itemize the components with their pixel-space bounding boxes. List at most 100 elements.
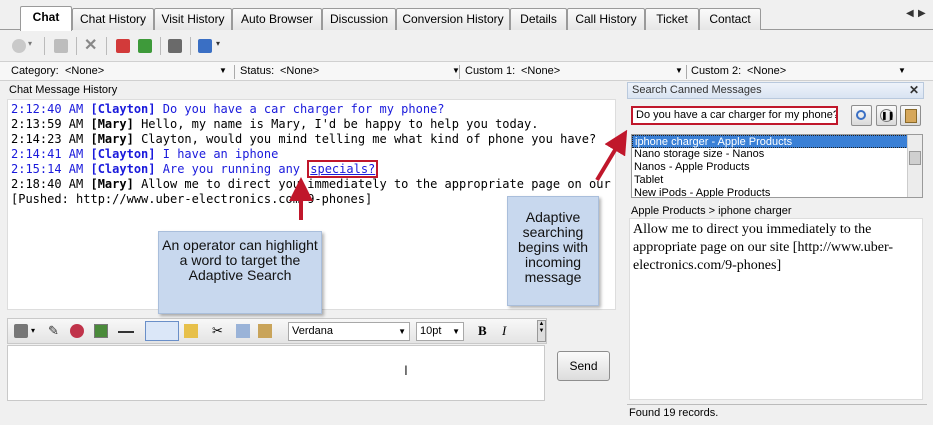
- found-records-status: Found 19 records.: [627, 404, 927, 423]
- tab-contact[interactable]: Contact: [699, 8, 761, 30]
- bold-button[interactable]: B: [478, 324, 492, 338]
- message-sender: [Mary]: [90, 177, 134, 191]
- font-size-value: 10pt: [420, 325, 442, 337]
- toolbar-separator: [160, 37, 161, 55]
- tab-ticket[interactable]: Ticket: [645, 8, 699, 30]
- scrollbar-thumb[interactable]: [909, 151, 921, 165]
- tab-auto-browser[interactable]: Auto Browser: [232, 8, 322, 30]
- list-item[interactable]: iphone charger - Apple Products: [632, 135, 922, 148]
- message-text: I have an iphone: [162, 147, 279, 161]
- insert-message-button[interactable]: [900, 105, 921, 126]
- tab-chat[interactable]: Chat: [20, 6, 72, 31]
- screen-share-icon[interactable]: [198, 39, 212, 53]
- custom1-label: Custom 1:: [465, 65, 516, 77]
- attachment-icon[interactable]: ✎: [48, 324, 62, 338]
- pause-icon: ❚❚: [880, 109, 895, 122]
- transfer-icon[interactable]: [54, 39, 68, 53]
- filter-separator: [459, 65, 460, 79]
- text-cursor-icon: I: [404, 362, 408, 378]
- chevron-down-icon: ▼: [398, 327, 406, 336]
- canned-search-input[interactable]: Do you have a car charger for my phone?: [631, 106, 838, 125]
- message-time: 2:13:59 AM: [11, 117, 84, 131]
- chevron-down-icon: ▼: [219, 66, 227, 75]
- approve-icon[interactable]: [138, 39, 152, 53]
- toolbar-separator: [44, 37, 45, 55]
- message-sender: [Clayton]: [90, 102, 156, 116]
- spellcheck-icon[interactable]: [145, 321, 179, 341]
- canned-messages-title: Search Canned Messages: [632, 84, 762, 96]
- custom1-filter[interactable]: Custom 1: <None> ▼: [465, 62, 683, 81]
- send-button[interactable]: Send: [557, 351, 610, 381]
- tab-conversion-history[interactable]: Conversion History: [396, 8, 510, 30]
- tab-call-history[interactable]: Call History: [567, 8, 645, 30]
- message-time: 2:14:41 AM: [11, 147, 84, 161]
- list-scrollbar[interactable]: [907, 135, 922, 197]
- filter-separator: [234, 65, 235, 79]
- canned-messages-header: Search Canned Messages ✕: [627, 82, 924, 99]
- custom1-value: <None>: [521, 65, 561, 77]
- font-family-select[interactable]: Verdana ▼: [288, 322, 410, 341]
- paste-icon[interactable]: [258, 324, 272, 338]
- status-filter[interactable]: Status: <None> ▼: [240, 62, 460, 81]
- chat-message: 2:13:59 AM [Mary] Hello, my name is Mary…: [11, 117, 612, 132]
- status-dropdown-icon[interactable]: ▾: [28, 39, 36, 53]
- tab-prev-icon[interactable]: ◀: [906, 8, 914, 19]
- format-painter-icon[interactable]: [184, 324, 198, 338]
- category-filter[interactable]: Category: <None> ▼: [11, 62, 229, 81]
- category-label: Category:: [11, 65, 59, 77]
- calculator-icon[interactable]: [168, 39, 182, 53]
- custom2-filter[interactable]: Custom 2: <None> ▼: [691, 62, 907, 81]
- emoticon-icon[interactable]: [14, 324, 28, 338]
- search-button[interactable]: [851, 105, 872, 126]
- status-value: <None>: [280, 65, 320, 77]
- italic-button[interactable]: I: [502, 324, 516, 338]
- operator-status-icon[interactable]: [12, 39, 26, 53]
- tab-next-icon[interactable]: ▶: [918, 8, 926, 19]
- chevron-down-icon: ▼: [675, 66, 683, 75]
- list-item[interactable]: New iPods - Apple Products: [632, 187, 922, 197]
- chat-message: 2:18:40 AM [Mary] Allow me to direct you…: [11, 177, 612, 192]
- copy-icon[interactable]: [236, 324, 250, 338]
- message-time: 2:18:40 AM: [11, 177, 84, 191]
- message-text: Do you have a car charger for my phone?: [162, 102, 445, 116]
- message-sender: [Mary]: [90, 117, 134, 131]
- operator-highlight-callout: An operator can highlight a word to targ…: [158, 231, 322, 314]
- adaptive-search-callout: Adaptive searching begins with incoming …: [507, 196, 599, 306]
- custom2-label: Custom 2:: [691, 65, 742, 77]
- image-icon[interactable]: [94, 324, 108, 338]
- tab-chat-history[interactable]: Chat History: [72, 8, 154, 30]
- ban-visitor-icon[interactable]: [116, 39, 130, 53]
- filter-separator: [686, 65, 687, 79]
- cut-icon[interactable]: ✂: [212, 324, 226, 338]
- tab-details[interactable]: Details: [510, 8, 567, 30]
- filter-bar: Category: <None> ▼ Status: <None> ▼ Cust…: [0, 61, 933, 81]
- list-item[interactable]: Tablet: [632, 174, 922, 187]
- list-item[interactable]: Nanos - Apple Products: [632, 161, 922, 174]
- toolbar-overflow-icon[interactable]: ▲ ▼: [537, 320, 546, 342]
- message-time: 2:14:23 AM: [11, 132, 84, 146]
- tab-discussion[interactable]: Discussion: [322, 8, 396, 30]
- canned-results-list[interactable]: iphone charger - Apple Products Nano sto…: [631, 134, 923, 198]
- message-text: Allow me to direct you immediately to th…: [141, 177, 612, 191]
- highlighted-word[interactable]: specials?: [307, 160, 379, 178]
- chevron-down-icon[interactable]: ▾: [31, 324, 39, 338]
- canned-message-preview: Allow me to direct you immediately to th…: [629, 218, 923, 400]
- font-size-select[interactable]: 10pt ▼: [416, 322, 464, 341]
- tab-bar: Chat Chat History Visit History Auto Bro…: [0, 0, 933, 31]
- link-icon[interactable]: [70, 324, 84, 338]
- message-sender: [Clayton]: [90, 162, 156, 176]
- delete-icon[interactable]: ✕: [84, 38, 98, 54]
- tab-visit-history[interactable]: Visit History: [154, 8, 232, 30]
- chat-toolbar: ▾ ✕ ▾: [0, 32, 933, 60]
- list-item[interactable]: Nano storage size - Nanos: [632, 148, 922, 161]
- message-editor[interactable]: [7, 345, 545, 401]
- chat-message: 2:14:23 AM [Mary] Clayton, would you min…: [11, 132, 612, 147]
- screen-share-dropdown-icon[interactable]: ▾: [216, 39, 224, 53]
- horizontal-rule-icon[interactable]: [118, 331, 134, 333]
- close-icon[interactable]: ✕: [909, 83, 919, 98]
- search-icon: [856, 110, 866, 120]
- message-sender: [Mary]: [90, 132, 134, 146]
- pause-button[interactable]: ❚❚: [876, 105, 897, 126]
- message-time: 2:12:40 AM: [11, 102, 84, 116]
- status-label: Status:: [240, 65, 275, 77]
